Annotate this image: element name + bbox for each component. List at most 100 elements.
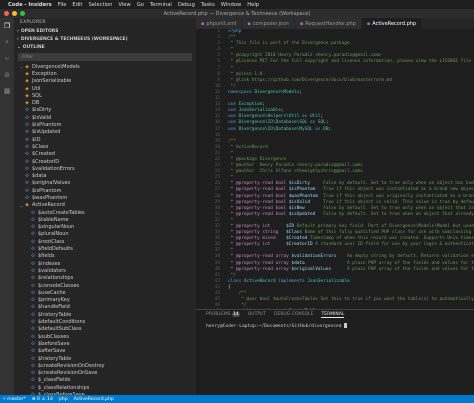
outline-item[interactable]: ⟐ $Created bbox=[14, 151, 196, 158]
outline-item[interactable]: ⟐ $useCache bbox=[14, 289, 196, 296]
outline-item[interactable]: ⟐ $historyTable bbox=[14, 311, 196, 318]
outline-item[interactable]: ⟐ $handleField bbox=[14, 304, 196, 311]
outline-item-label: $isDirty bbox=[32, 107, 52, 114]
outline-item[interactable]: ⟐ $consoleClasses bbox=[14, 282, 196, 289]
explorer-icon[interactable]: ❐ bbox=[4, 22, 10, 30]
outline-item[interactable]: ⟐ $isUpdated bbox=[14, 129, 196, 136]
outline-item[interactable]: ⟐ $isPhantom bbox=[14, 187, 196, 194]
outline-item[interactable]: ⟐ $isValid bbox=[14, 114, 196, 121]
outline-item[interactable]: ◈ SQL bbox=[14, 92, 196, 99]
outline-item[interactable]: ⟐ $subClasses bbox=[14, 333, 196, 340]
outline-item[interactable]: ⟐ $historyTable bbox=[14, 355, 196, 362]
search-icon[interactable]: ⌕ bbox=[5, 38, 9, 47]
tab-file[interactable]: ▪ composer.json bbox=[242, 18, 295, 29]
code-token: Divergence\IO\Database\SQL bbox=[238, 120, 308, 126]
tab-debug-console[interactable]: DEBUG CONSOLE bbox=[274, 312, 313, 317]
outline-item[interactable]: ⟐ $isDirty bbox=[14, 107, 196, 114]
outline-item[interactable]: ⟐ $wasPhantom bbox=[14, 194, 196, 201]
outline-item[interactable]: ⟐ $tableName bbox=[14, 216, 196, 223]
tab-label: composer.json bbox=[252, 20, 289, 27]
close-window-button[interactable] bbox=[4, 11, 9, 16]
outline-item[interactable]: ⟐ $data bbox=[14, 172, 196, 179]
outline-item-label: $wasPhantom bbox=[32, 194, 68, 201]
outline-item[interactable]: ⟐ $defaultSubClass bbox=[14, 326, 196, 333]
outline-item[interactable]: ⟐ $defaultConditions bbox=[14, 318, 196, 325]
menu-view[interactable]: View bbox=[118, 2, 130, 8]
outline-item[interactable]: ◈ JsonSerializable bbox=[14, 78, 196, 85]
outline-item-label: $isPhantom bbox=[32, 122, 62, 129]
status-bar: ⑂ master* ⊗ 0 ⚠ 14 php ActiveRecord.php bbox=[0, 395, 474, 403]
problems-status-item[interactable]: ⊗ 0 ⚠ 14 bbox=[32, 397, 53, 402]
workspace-section[interactable]: › DIVERGENCE & TECHNEEUS (WORKSPACE) bbox=[14, 35, 196, 43]
outline-item[interactable]: ⌄ ◈ Divergence\Models bbox=[14, 63, 196, 70]
tab-file[interactable]: ▪ RequestHandler.php bbox=[294, 18, 362, 29]
minimize-window-button[interactable] bbox=[12, 11, 17, 16]
menu-edit[interactable]: Edit bbox=[72, 2, 82, 8]
outline-item[interactable]: ⟐ $_classFields bbox=[14, 377, 196, 384]
language-status-item[interactable]: php bbox=[59, 397, 68, 402]
outline-item[interactable]: ⟐ $beforeSave bbox=[14, 340, 196, 347]
menu-tasks[interactable]: Tasks bbox=[201, 2, 215, 8]
menu-go[interactable]: Go bbox=[137, 2, 144, 8]
outline-item[interactable]: ⟐ $singularNoun bbox=[14, 224, 196, 231]
tab-file[interactable]: ▪ phpunit.xml bbox=[196, 18, 243, 29]
code-editor[interactable]: 1 <?php 2/** 3 * This file is part of the D… bbox=[196, 29, 474, 309]
outline-item[interactable]: ⟐ $createRevisionOnSave bbox=[14, 369, 196, 376]
menu-window[interactable]: Window bbox=[221, 2, 241, 8]
menu-help[interactable]: Help bbox=[247, 2, 259, 8]
outline-list: ⌄ ◈ Divergence\Models ◈ Exception ◈ JsonSerial… bbox=[14, 63, 196, 395]
open-editors-section[interactable]: › OPEN EDITORS bbox=[14, 27, 196, 35]
code-token: * @property string bbox=[228, 230, 287, 236]
outline-item-label: $indexes bbox=[38, 260, 61, 267]
outline-item[interactable]: ⟐ $relationships bbox=[14, 275, 196, 282]
outline-item[interactable]: ⟐ $primaryKey bbox=[14, 297, 196, 304]
menu-terminal[interactable]: Terminal bbox=[150, 2, 172, 8]
property-symbol-icon: ⟐ bbox=[25, 173, 29, 180]
outline-item[interactable]: ⟐ $afterSave bbox=[14, 348, 196, 355]
outline-item[interactable]: ⟐ $validators bbox=[14, 267, 196, 274]
git-branch-item[interactable]: ⑂ master* bbox=[3, 396, 26, 402]
tab-output[interactable]: OUTPUT bbox=[248, 312, 266, 317]
outline-item[interactable]: ⟐ $isPhantom bbox=[14, 121, 196, 128]
extensions-icon[interactable]: ▦ bbox=[4, 87, 11, 95]
file-icon: ▪ bbox=[247, 20, 251, 27]
outline-item[interactable]: ⟐ $createRevisionOnDestroy bbox=[14, 362, 196, 369]
outline-item[interactable]: ⟐ $originalValues bbox=[14, 180, 196, 187]
property-symbol-icon: ⟐ bbox=[25, 122, 29, 129]
outline-item[interactable]: ⟐ $indexes bbox=[14, 260, 196, 267]
tab-active-file[interactable]: ▪ ActiveRecord.php bbox=[361, 18, 423, 29]
code-token: SQL bbox=[317, 120, 326, 126]
outline-item[interactable]: ⟐ $Class bbox=[14, 143, 196, 150]
outline-filter-input[interactable]: Filter bbox=[18, 53, 192, 61]
outline-item[interactable]: ⌄ ◈ ActiveRecord bbox=[14, 202, 196, 209]
tab-terminal[interactable]: TERMINAL bbox=[321, 312, 345, 318]
outline-item[interactable]: ◈ Exception bbox=[14, 70, 196, 77]
tab-problems[interactable]: PROBLEMS 14 bbox=[206, 312, 240, 317]
code-token: * @copyright 2018 Henry Paradiz <henry.p… bbox=[228, 53, 382, 59]
zoom-window-button[interactable] bbox=[20, 11, 25, 16]
outline-item[interactable]: ⟐ $pluralNoun bbox=[14, 231, 196, 238]
menu-debug[interactable]: Debug bbox=[178, 2, 195, 8]
code-token: * @author Henry Paradiz <henry.paradiz@g… bbox=[228, 163, 363, 169]
panel-tabs: PROBLEMS 14 OUTPUT DEBUG CONSOLE TERMINA… bbox=[196, 310, 474, 319]
menu-file[interactable]: File bbox=[58, 2, 67, 8]
outline-item[interactable]: ⟐ $fields bbox=[14, 253, 196, 260]
terminal[interactable]: henry@Coder-Laptop:~/Documents/GitHub/di… bbox=[196, 319, 474, 333]
outline-item[interactable]: ⟐ $fieldDefaults bbox=[14, 245, 196, 252]
outline-item[interactable]: ◈ DB bbox=[14, 99, 196, 106]
outline-item[interactable]: ◈ Util bbox=[14, 85, 196, 92]
outline-item[interactable]: ⟐ $_classRelationships bbox=[14, 384, 196, 391]
menu-selection[interactable]: Selection bbox=[88, 2, 112, 8]
outline-section[interactable]: ⌄ OUTLINE bbox=[14, 43, 196, 51]
app-menu[interactable]: Code - Insiders bbox=[8, 2, 52, 8]
outline-item[interactable]: ⟐ $ID bbox=[14, 136, 196, 143]
outline-item[interactable]: ⟐ $CreatorID bbox=[14, 158, 196, 165]
outline-item[interactable]: ⟐ $validationErrors bbox=[14, 165, 196, 172]
outline-item-label: $_classFields bbox=[38, 377, 71, 384]
property-symbol-icon: ⟐ bbox=[31, 348, 35, 355]
outline-item[interactable]: ⟐ $rootClass bbox=[14, 238, 196, 245]
source-control-icon[interactable]: ⑂ bbox=[5, 55, 9, 63]
outline-item[interactable]: ⟐ $autoCreateTables bbox=[14, 209, 196, 216]
debug-icon[interactable]: ⊘ bbox=[4, 71, 10, 79]
property-symbol-icon: ⟐ bbox=[31, 384, 35, 391]
